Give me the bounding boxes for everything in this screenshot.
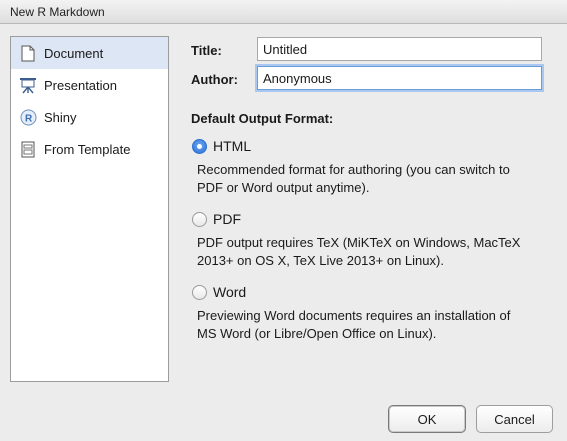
description-line: PDF output requires TeX (MiKTeX on Windo… <box>197 235 521 250</box>
ok-button[interactable]: OK <box>388 405 466 433</box>
title-label: Title: <box>191 43 222 58</box>
sidebar-item-from-template[interactable]: From Template <box>11 133 168 165</box>
title-input[interactable] <box>257 37 542 61</box>
word-radio[interactable] <box>192 284 207 300</box>
html-option-description: Recommended format for authoring (you ca… <box>197 161 552 197</box>
sidebar-item-label: From Template <box>44 141 131 157</box>
pdf-option-label: PDF <box>213 211 241 227</box>
window-title: New R Markdown <box>10 5 105 19</box>
word-option[interactable]: Word <box>192 284 246 300</box>
html-option-label: HTML <box>213 138 252 154</box>
template-icon <box>19 140 37 158</box>
html-option[interactable]: HTML <box>192 138 251 154</box>
sidebar-item-shiny[interactable]: R Shiny <box>11 101 168 133</box>
sidebar-item-document[interactable]: Document <box>11 37 168 69</box>
shiny-icon: R <box>19 108 37 126</box>
sidebar-item-label: Presentation <box>44 77 117 93</box>
html-radio[interactable] <box>192 138 207 154</box>
cancel-button[interactable]: Cancel <box>476 405 553 433</box>
description-line: PDF or Word output anytime). <box>197 180 370 195</box>
template-type-list: Document Presentation R Shiny From Templ… <box>10 36 169 382</box>
svg-text:R: R <box>25 113 33 124</box>
output-format-heading: Default Output Format: <box>191 111 334 126</box>
pdf-option-description: PDF output requires TeX (MiKTeX on Windo… <box>197 234 552 270</box>
pdf-option[interactable]: PDF <box>192 211 241 227</box>
description-line: MS Word (or Libre/Open Office on Linux). <box>197 326 437 341</box>
author-input[interactable] <box>257 66 542 90</box>
word-option-label: Word <box>213 284 247 300</box>
description-line: Previewing Word documents requires an in… <box>197 308 511 323</box>
window-titlebar: New R Markdown <box>0 0 567 24</box>
sidebar-item-label: Document <box>44 45 104 61</box>
document-icon <box>19 44 37 62</box>
description-line: Recommended format for authoring (you ca… <box>197 162 510 177</box>
description-line: 2013+ on OS X, TeX Live 2013+ on Linux). <box>197 253 444 268</box>
pdf-radio[interactable] <box>192 211 207 227</box>
presentation-icon <box>19 76 37 94</box>
word-option-description: Previewing Word documents requires an in… <box>197 307 552 343</box>
sidebar-item-presentation[interactable]: Presentation <box>11 69 168 101</box>
sidebar-item-label: Shiny <box>44 109 77 125</box>
author-label: Author: <box>191 72 238 87</box>
